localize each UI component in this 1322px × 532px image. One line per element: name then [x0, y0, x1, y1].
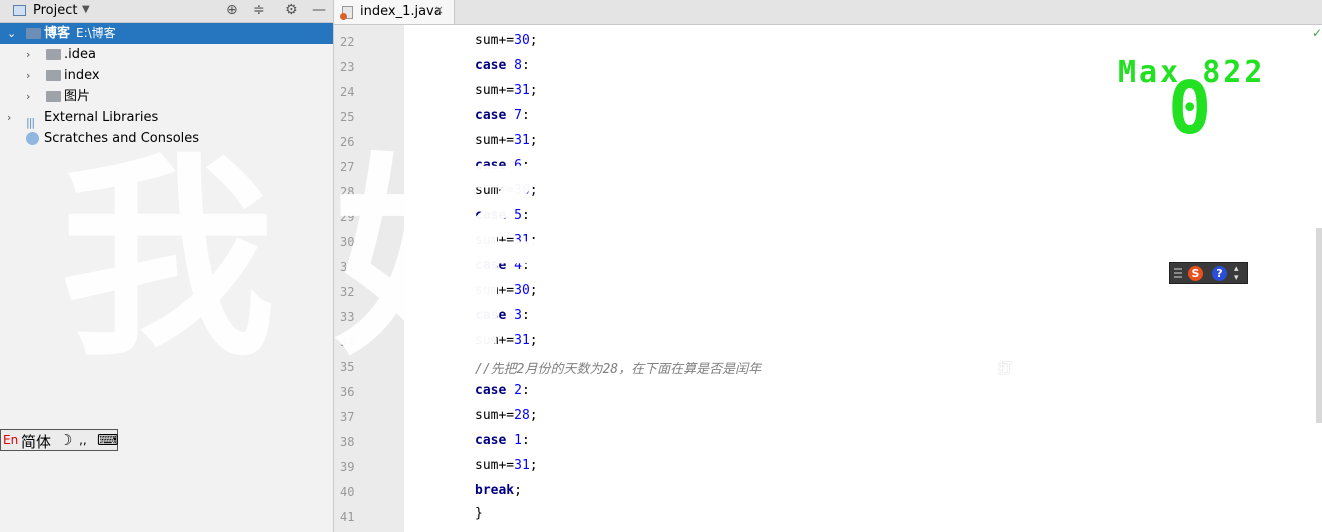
- chevron-down-icon[interactable]: ▼: [82, 4, 90, 15]
- chevron-right-icon[interactable]: ›: [26, 86, 30, 107]
- code-line: break;: [475, 483, 522, 498]
- folder-icon: [46, 91, 61, 102]
- ime-language-bar[interactable]: En 简体 ☽ ‚, ⌨: [0, 429, 119, 452]
- line-number: 37: [340, 410, 355, 424]
- code-line: case 8:: [475, 58, 530, 73]
- break-keyword: break: [475, 483, 515, 498]
- watermark-small-char: 打: [998, 361, 1012, 377]
- line-number: 38: [340, 435, 355, 449]
- locate-icon[interactable]: ⊕: [226, 2, 238, 18]
- tree-item-label: .idea: [64, 47, 96, 62]
- tree-item-label: 博客: [44, 26, 71, 41]
- chevron-down-icon[interactable]: ⌄: [7, 23, 16, 44]
- sogou-ime-toolbar[interactable]: S ? ▴ ▾: [1169, 262, 1248, 284]
- line-number: 36: [340, 385, 355, 399]
- line-number: 41: [340, 510, 355, 524]
- code-line: sum+=31;: [475, 458, 538, 473]
- tree-item-index[interactable]: › index: [0, 65, 333, 86]
- chevron-right-icon[interactable]: ›: [7, 107, 11, 128]
- moon-icon[interactable]: ☽: [59, 431, 72, 449]
- code-line: case 7:: [475, 108, 530, 123]
- folder-icon: [46, 70, 61, 81]
- check-icon: ✓: [1312, 26, 1322, 40]
- code-line: sum+=28;: [475, 408, 538, 423]
- en-toggle[interactable]: En: [3, 433, 18, 447]
- editor-scrollbar[interactable]: [1316, 228, 1322, 423]
- code-line: sum+=31;: [475, 83, 538, 98]
- arrows-icon[interactable]: ▴ ▾: [1234, 265, 1239, 283]
- folder-icon: [46, 49, 61, 60]
- keyboard-icon[interactable]: ⌨: [97, 431, 119, 449]
- java-file-icon: [340, 6, 353, 20]
- editor-tab-bar: index_1.java ×: [334, 0, 1322, 25]
- scratches-icon: [26, 132, 39, 145]
- tree-item-external-libraries[interactable]: › ||| External Libraries: [0, 107, 333, 129]
- watermark-text: 我好想你: [60, 134, 1160, 385]
- gear-icon[interactable]: ⚙: [285, 2, 298, 18]
- tree-item-label: External Libraries: [44, 110, 159, 125]
- code-line: case 2:: [475, 383, 530, 398]
- code-line: case 1:: [475, 433, 530, 448]
- close-icon[interactable]: ×: [434, 3, 444, 17]
- tree-item-idea[interactable]: › .idea: [0, 44, 333, 65]
- line-number: 22: [340, 35, 355, 49]
- tree-item-label: 图片: [64, 89, 91, 104]
- line-number: 24: [340, 85, 355, 99]
- tab-label: index_1.java: [360, 4, 442, 19]
- project-view-icon: [13, 5, 26, 16]
- code-line: }: [475, 506, 483, 521]
- chevron-right-icon[interactable]: ›: [26, 65, 30, 86]
- tab-index-1-java[interactable]: index_1.java ×: [334, 0, 455, 24]
- collapse-all-icon[interactable]: ≑: [253, 2, 265, 18]
- project-panel-header: Project ▼ ⊕ ≑ ⚙ —: [0, 0, 333, 23]
- punctuation-toggle[interactable]: ‚,: [79, 433, 87, 447]
- help-icon[interactable]: ?: [1212, 266, 1227, 281]
- chevron-right-icon[interactable]: ›: [26, 44, 30, 65]
- line-number: 25: [340, 110, 355, 124]
- module-folder-icon: [26, 28, 41, 39]
- line-number: 23: [340, 60, 355, 74]
- simplified-toggle[interactable]: 简体: [21, 431, 51, 452]
- line-number: 40: [340, 485, 355, 499]
- game-score: 0: [1168, 66, 1212, 150]
- hide-panel-icon[interactable]: —: [312, 2, 326, 18]
- sogou-logo-icon[interactable]: S: [1188, 266, 1203, 281]
- line-number: 39: [340, 460, 355, 474]
- code-line: sum+=30;: [475, 33, 538, 48]
- tree-item-label: index: [64, 68, 100, 83]
- tree-item-root[interactable]: ⌄ 博客 E:\博客: [0, 23, 333, 44]
- tree-item-path: E:\博客: [76, 26, 116, 40]
- drag-handle-icon[interactable]: [1174, 268, 1182, 280]
- tree-item-images[interactable]: › 图片: [0, 86, 333, 107]
- project-view-selector[interactable]: Project: [33, 3, 77, 18]
